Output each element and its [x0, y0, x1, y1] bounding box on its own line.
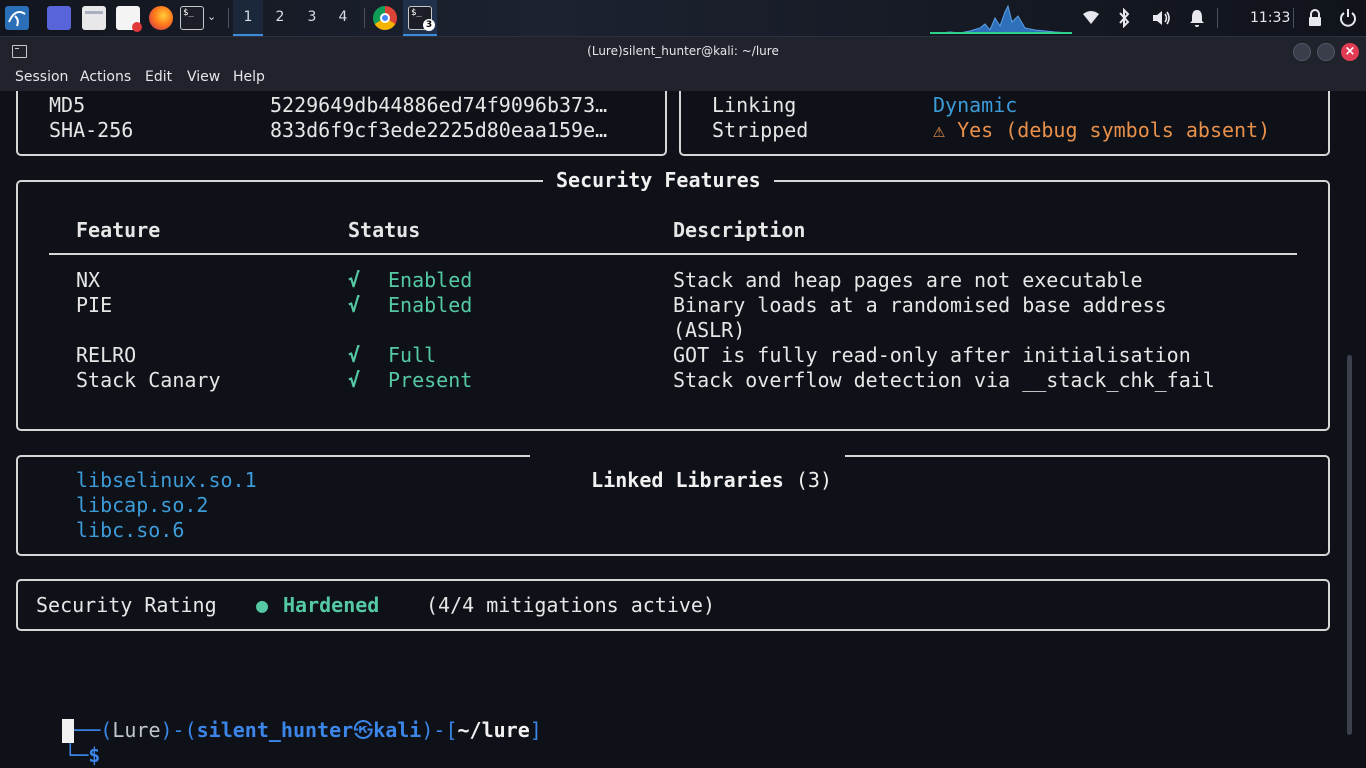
rating-bullet-icon: ● — [256, 593, 269, 617]
terminal-icon[interactable]: $_ — [180, 6, 204, 30]
prompt-at: ㉿ — [353, 718, 374, 742]
linked-libraries-title: Linked Libraries (3) — [530, 443, 845, 518]
cpu-graph — [930, 4, 1072, 34]
feature-name: NX — [76, 268, 101, 292]
terminal-view[interactable]: MD5 5229649db44886ed74f9096b373… SHA-256… — [0, 91, 1366, 768]
rating-detail: (4/4 mitigations active) — [426, 593, 715, 617]
feature-status: Present — [388, 368, 473, 392]
check-icon: √ — [348, 368, 361, 392]
taskbar: $_ ⌄ 1 2 3 4 $_ 3 11:33 — [0, 0, 1366, 37]
info-value-stripped: ⚠ Yes (debug symbols absent) — [933, 118, 1271, 142]
menubar: Session Actions Edit View Help — [0, 65, 1366, 91]
taskbar-separator — [228, 8, 229, 28]
text-editor-icon[interactable] — [116, 6, 142, 32]
rating-label: Security Rating — [36, 593, 217, 617]
firefox-icon[interactable] — [149, 6, 173, 30]
feature-status: Enabled — [388, 268, 473, 292]
prompt-frame: └─ — [64, 743, 89, 767]
kali-menu-icon[interactable] — [5, 6, 29, 30]
bluetooth-icon[interactable] — [1117, 8, 1131, 28]
info-key: Stripped — [712, 118, 809, 142]
window-title: (Lure)silent_hunter@kali: ~/lure — [587, 44, 779, 58]
feature-name: Stack Canary — [76, 368, 221, 392]
desktop-icon[interactable] — [47, 6, 71, 30]
rating-value: Hardened — [283, 593, 380, 617]
feature-description: GOT is fully read-only after initialisat… — [673, 343, 1191, 367]
workspace-1[interactable]: 1 — [233, 0, 263, 36]
menu-session[interactable]: Session — [15, 65, 68, 89]
close-icon: × — [1344, 44, 1356, 59]
menu-actions[interactable]: Actions — [80, 65, 131, 89]
hash-value: 833d6f9cf3ede2225d80eaa159e… — [270, 118, 608, 142]
taskbar-separator — [1293, 8, 1294, 28]
workspace-3[interactable]: 3 — [297, 0, 327, 34]
feature-description: Binary loads at a randomised base addres… — [673, 293, 1167, 317]
feature-description: Stack overflow detection via __stack_chk… — [673, 368, 1215, 392]
wifi-icon[interactable] — [1082, 9, 1100, 27]
header-description: Description — [673, 218, 806, 242]
volume-icon[interactable] — [1151, 8, 1171, 28]
libraries-count — [784, 468, 796, 492]
prompt-frame: )-[ — [421, 718, 458, 742]
close-button[interactable]: × — [1341, 43, 1359, 61]
active-task[interactable]: $_ 3 — [403, 0, 437, 36]
workspace-2[interactable]: 2 — [265, 0, 295, 34]
maximize-button[interactable] — [1317, 43, 1335, 61]
files-icon[interactable] — [82, 6, 106, 30]
prompt-venv: Lure — [112, 718, 161, 742]
prompt-frame: ] — [529, 718, 542, 742]
taskbar-separator — [1217, 8, 1218, 28]
prompt-frame: )-( — [160, 718, 197, 742]
prompt-path: ~/lure — [457, 718, 530, 742]
info-value-linking: Dynamic — [933, 93, 1018, 117]
prompt-user: silent_hunter — [196, 718, 354, 742]
hash-key: MD5 — [49, 93, 86, 117]
feature-name: PIE — [76, 293, 113, 317]
workspace-4[interactable]: 4 — [328, 0, 358, 34]
header-status: Status — [348, 218, 421, 242]
chrome-icon[interactable] — [373, 6, 397, 30]
power-icon[interactable] — [1338, 8, 1358, 28]
scrollbar[interactable] — [1347, 355, 1352, 735]
clock[interactable]: 11:33 — [1250, 0, 1290, 36]
hash-key: SHA-256 — [49, 118, 134, 142]
prompt-line-2: └─$ — [16, 718, 100, 768]
taskbar-separator — [364, 8, 365, 28]
bell-icon[interactable] — [1188, 8, 1206, 28]
feature-status: Full — [388, 343, 437, 367]
library-item: libc.so.6 — [76, 518, 185, 542]
menu-help[interactable]: Help — [233, 65, 265, 89]
libraries-count-value: (3) — [795, 468, 832, 492]
window-titlebar[interactable]: (Lure)silent_hunter@kali: ~/lure × — [0, 36, 1366, 66]
library-item: libcap.so.2 — [76, 493, 209, 517]
security-features-title: Security Features — [543, 168, 774, 193]
prompt-host: kali — [373, 718, 422, 742]
menu-view[interactable]: View — [187, 65, 220, 89]
feature-description-continued: (ASLR) — [673, 318, 746, 342]
check-icon: √ — [348, 293, 361, 317]
minimize-button[interactable] — [1293, 43, 1311, 61]
header-feature: Feature — [76, 218, 161, 242]
lock-icon[interactable] — [1307, 8, 1323, 28]
hash-value: 5229649db44886ed74f9096b373… — [270, 93, 608, 117]
prompt-symbol: $ — [88, 743, 101, 767]
library-item: libselinux.so.1 — [76, 468, 257, 492]
feature-description: Stack and heap pages are not executable — [673, 268, 1143, 292]
window-count-badge: 3 — [423, 19, 435, 31]
text-cursor — [62, 719, 74, 743]
chevron-down-icon[interactable]: ⌄ — [207, 10, 216, 23]
table-header-divider — [49, 253, 1297, 255]
feature-status: Enabled — [388, 293, 473, 317]
libraries-title-text: Linked Libraries — [591, 468, 784, 492]
info-key: Linking — [712, 93, 797, 117]
check-icon: √ — [348, 268, 361, 292]
check-icon: √ — [348, 343, 361, 367]
menu-edit[interactable]: Edit — [145, 65, 172, 89]
feature-name: RELRO — [76, 343, 137, 367]
